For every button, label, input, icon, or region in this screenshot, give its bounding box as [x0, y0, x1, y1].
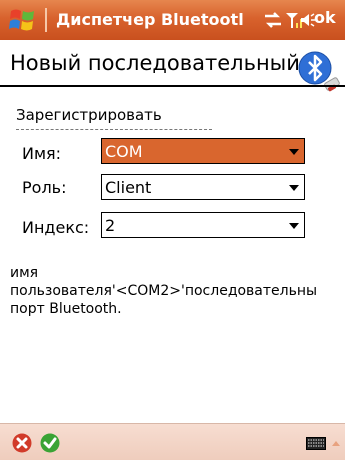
cancel-button[interactable]	[12, 433, 32, 453]
description-text: имя пользователя'<COM2>'последовательны …	[10, 264, 345, 318]
role-value: Client	[105, 178, 152, 197]
role-dropdown[interactable]: Client	[101, 174, 305, 200]
name-label: Имя:	[22, 144, 62, 163]
header-divider	[0, 85, 345, 87]
chevron-down-icon[interactable]	[289, 149, 299, 155]
description-line: имя	[10, 265, 39, 281]
keyboard-menu-arrow-icon[interactable]	[332, 441, 340, 446]
connectivity-icon[interactable]	[262, 10, 284, 30]
bluetooth-icon	[298, 51, 340, 92]
role-label: Роль:	[22, 178, 67, 197]
name-dropdown[interactable]: COM	[101, 138, 305, 164]
keyboard-icon[interactable]	[306, 437, 326, 450]
description-line: пользователя'<COM2>'последовательны	[10, 283, 318, 299]
index-value: 2	[105, 216, 116, 235]
index-dropdown[interactable]: 2	[101, 212, 305, 238]
bottom-bar	[0, 423, 345, 460]
app-title: Диспетчер Bluetootl	[56, 10, 244, 29]
index-label: Индекс:	[22, 218, 90, 237]
title-separator	[45, 8, 47, 32]
chevron-down-icon[interactable]	[289, 223, 299, 229]
chevron-down-icon[interactable]	[289, 185, 299, 191]
group-divider	[16, 129, 212, 130]
page-title: Новый последовательный пор	[10, 51, 300, 75]
name-value: COM	[105, 142, 143, 161]
description-line: порт Bluetooth.	[10, 301, 122, 317]
ok-button[interactable]: ok	[314, 8, 336, 27]
windows-start-icon[interactable]	[8, 7, 36, 33]
title-bar: Диспетчер Bluetootl ok	[0, 0, 345, 40]
group-label-register: Зарегистрировать	[16, 106, 162, 124]
confirm-button[interactable]	[40, 433, 60, 453]
page-header: Новый последовательный пор	[0, 40, 345, 84]
